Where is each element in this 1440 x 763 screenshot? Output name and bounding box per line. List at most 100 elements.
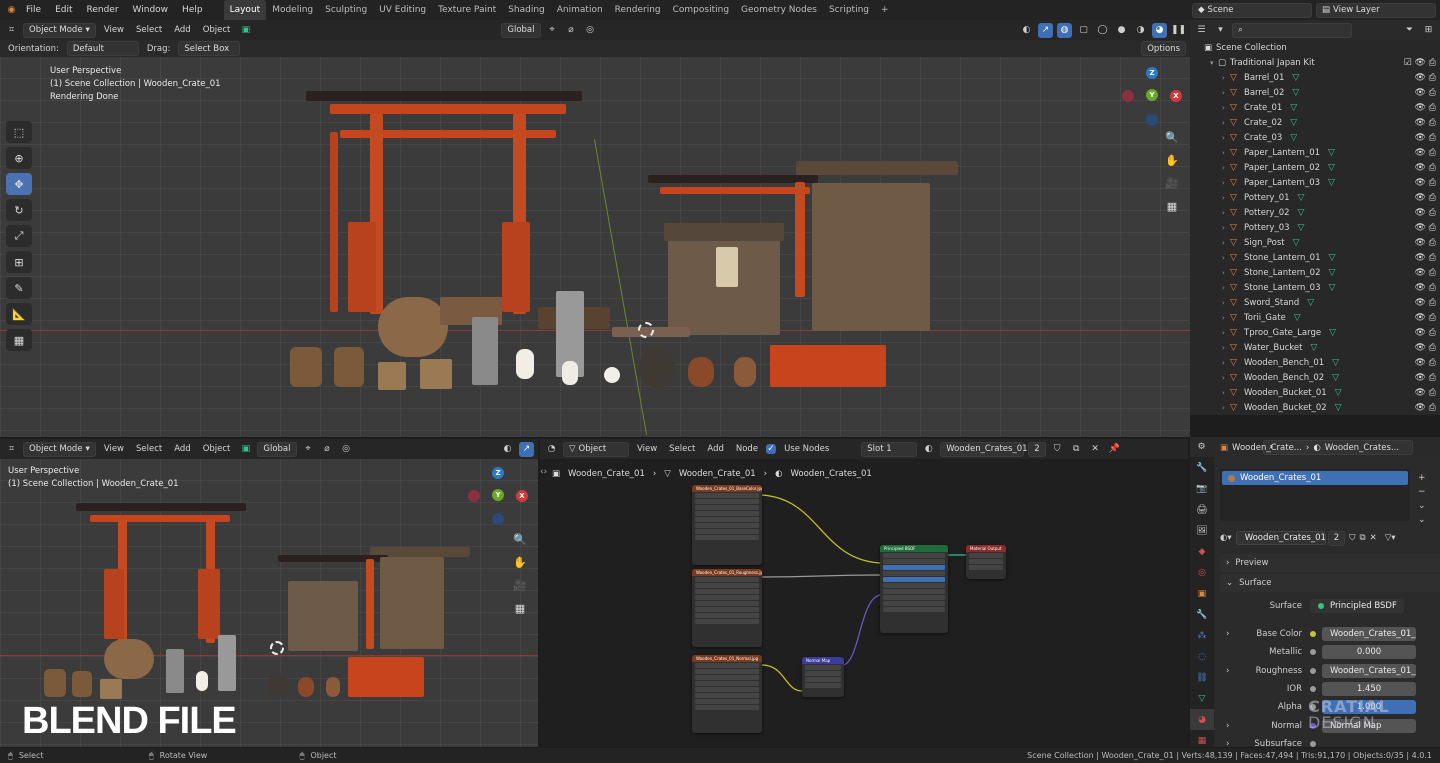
pottery-02[interactable] <box>298 677 314 697</box>
solid-shading-icon[interactable]: ● <box>1114 23 1129 38</box>
node-editor[interactable]: ▣ Wooden_Crate_01 › ▽ Wooden_Crate_01 › ◐ W… <box>540 459 1188 747</box>
shrine-booth[interactable] <box>288 581 358 651</box>
gizmo-toggle-icon[interactable]: ▣ <box>238 23 253 38</box>
menu-view[interactable]: View <box>100 25 128 35</box>
outliner-item[interactable]: › ▽ Pottery_01 ▽ 👁 ⎙ <box>1190 190 1440 205</box>
mesh-data-icon[interactable]: ▽ <box>1329 328 1336 338</box>
outliner-item[interactable]: › ▽ Barrel_02 ▽ 👁 ⎙ <box>1190 85 1440 100</box>
orientation-dropdown[interactable]: Default <box>66 41 139 56</box>
visibility-toggles[interactable]: 👁 ⎙ <box>1415 343 1437 353</box>
paper-lantern-01[interactable] <box>196 671 208 691</box>
outliner-item[interactable]: › ▽ Paper_Lantern_01 ▽ 👁 ⎙ <box>1190 145 1440 160</box>
close-icon[interactable]: ✕ <box>1370 533 1377 543</box>
expand-arrow-icon[interactable]: › <box>1226 629 1229 639</box>
collection-row[interactable]: ▾ ▢ Traditional Japan Kit ☑ 👁 ⎙ <box>1190 55 1440 70</box>
visibility-toggles[interactable]: 👁 ⎙ <box>1415 193 1437 203</box>
drag-dropdown[interactable]: Select Box <box>178 41 241 56</box>
expand-arrow-icon[interactable]: › <box>1222 284 1230 292</box>
properties-type-icon[interactable]: ⚙ <box>1194 440 1209 455</box>
expand-arrow-icon[interactable]: › <box>1222 254 1230 262</box>
socket-icon[interactable] <box>1310 686 1316 692</box>
rendered-shading-icon[interactable]: ◕ <box>1152 22 1167 38</box>
annotate-tool-icon[interactable]: ✎ <box>6 277 32 299</box>
mesh-data-icon[interactable]: ▽ <box>1335 403 1342 413</box>
preview-panel-header[interactable]: › Preview <box>1220 554 1440 572</box>
outliner-item[interactable]: › ▽ Sign_Post ▽ 👁 ⎙ <box>1190 235 1440 250</box>
visibility-icon[interactable]: ◐ <box>500 442 515 457</box>
3d-cursor-icon[interactable] <box>638 322 654 338</box>
surface-panel-header[interactable]: ⌄ Surface <box>1220 574 1440 592</box>
expand-arrow-icon[interactable]: › <box>1222 149 1230 157</box>
outliner-item[interactable]: › ▽ Barrel_01 ▽ 👁 ⎙ <box>1190 70 1440 85</box>
material-name-field[interactable]: Wooden_Crates_01 <box>940 441 1028 457</box>
torii-gate-large[interactable] <box>306 91 582 101</box>
gizmo-y-icon[interactable]: Y <box>1146 89 1158 101</box>
visibility-icon[interactable]: ◐ <box>1019 23 1034 38</box>
scene-collection-row[interactable]: ▣ Scene Collection <box>1190 40 1440 55</box>
expand-arrow-icon[interactable]: › <box>1222 239 1230 247</box>
menu-add[interactable]: Add <box>170 444 194 454</box>
mesh-data-icon[interactable]: ▽ <box>1292 73 1299 83</box>
visibility-toggles[interactable]: 👁 ⎙ <box>1415 268 1437 278</box>
red-fence[interactable] <box>770 345 886 387</box>
add-workspace-button[interactable]: + <box>875 0 895 20</box>
new-collection-icon[interactable]: ⊞ <box>1421 23 1436 38</box>
tab-animation[interactable]: Animation <box>551 0 609 20</box>
expand-arrow-icon[interactable]: › <box>1222 179 1230 187</box>
mesh-data-icon[interactable]: ▽ <box>1292 88 1299 98</box>
shader-type-dropdown[interactable]: ▽ Object <box>563 441 629 457</box>
measure-tool-icon[interactable]: 📐 <box>6 303 32 325</box>
mesh-data-icon[interactable]: ▽ <box>1329 283 1336 293</box>
tab-uv-editing[interactable]: UV Editing <box>373 0 432 20</box>
outliner-item[interactable]: › ▽ Sword_Stand ▽ 👁 ⎙ <box>1190 295 1440 310</box>
menu-select[interactable]: Select <box>132 444 166 454</box>
expand-arrow-icon[interactable]: › <box>1222 314 1230 322</box>
visibility-toggles[interactable]: 👁 ⎙ <box>1415 298 1437 308</box>
tool-tab-icon[interactable]: 🔧 <box>1190 457 1214 478</box>
outliner-item[interactable]: › ▽ Crate_02 ▽ 👁 ⎙ <box>1190 115 1440 130</box>
gizmo-x-icon[interactable]: X <box>1170 90 1182 102</box>
pottery-01[interactable] <box>640 349 674 387</box>
outliner-type-icon[interactable]: ☰ <box>1194 23 1209 38</box>
visibility-toggles[interactable]: ☑ 👁 ⎙ <box>1404 58 1436 68</box>
expand-arrow-icon[interactable]: › <box>1222 74 1230 82</box>
menu-edit[interactable]: Edit <box>48 5 79 15</box>
visibility-toggles[interactable]: 👁 ⎙ <box>1415 118 1437 128</box>
paper-lantern-03[interactable] <box>604 367 620 383</box>
mesh-data-icon[interactable]: ▽ <box>1310 343 1317 353</box>
barrel-02[interactable] <box>334 347 364 387</box>
scene-tab-icon[interactable]: ◆ <box>1190 541 1214 562</box>
zoom-icon[interactable]: 🔍 <box>1162 127 1182 147</box>
visibility-toggles[interactable]: 👁 ⎙ <box>1415 88 1437 98</box>
outliner-item[interactable]: › ▽ Pottery_03 ▽ 👁 ⎙ <box>1190 220 1440 235</box>
gizmo-z-icon[interactable]: Z <box>492 467 504 479</box>
pottery-03[interactable] <box>326 677 340 697</box>
stone-lantern-02[interactable] <box>218 635 236 691</box>
mesh-data-icon[interactable]: ▽ <box>1328 163 1335 173</box>
expand-arrow-icon[interactable]: › <box>1222 329 1230 337</box>
zoom-icon[interactable]: 🔍 <box>510 529 530 549</box>
expand-arrow-icon[interactable]: › <box>1226 721 1229 731</box>
outliner-item[interactable]: › ▽ Wooden_Bench_02 ▽ 👁 ⎙ <box>1190 370 1440 385</box>
mesh-data-icon[interactable]: ▽ <box>1294 313 1301 323</box>
visibility-toggles[interactable]: 👁 ⎙ <box>1415 388 1437 398</box>
transform-tool-icon[interactable]: ⊞ <box>6 251 32 273</box>
overlay-icon[interactable]: ◍ <box>1057 22 1072 38</box>
outliner-item[interactable]: › ▽ Wooden_Bucket_01 ▽ 👁 ⎙ <box>1190 385 1440 400</box>
menu-object[interactable]: Object <box>199 444 235 454</box>
expand-arrow-icon[interactable]: › <box>1222 119 1230 127</box>
proportional-edit-icon[interactable]: ◎ <box>583 23 598 38</box>
outliner-item[interactable]: › ▽ Torii_Gate ▽ 👁 ⎙ <box>1190 310 1440 325</box>
mesh-data-icon[interactable]: ▽ <box>1332 358 1339 368</box>
socket-icon[interactable] <box>1310 631 1316 637</box>
socket-icon[interactable] <box>1310 649 1316 655</box>
tab-sculpting[interactable]: Sculpting <box>319 0 373 20</box>
gizmo-icon[interactable]: ↗ <box>1038 22 1053 38</box>
node-basecolor-texture[interactable]: Wooden_Crates_01_BaseColor.jpg <box>692 485 762 565</box>
stone-lantern-01[interactable] <box>166 649 184 693</box>
fake-user-shield-icon[interactable]: ⛉ <box>1349 533 1355 543</box>
mesh-data-icon[interactable]: ▽ <box>1290 103 1297 113</box>
grid-view-icon[interactable]: ▦ <box>1162 196 1182 216</box>
user-count[interactable]: 2 <box>1028 441 1046 457</box>
outliner-item[interactable]: › ▽ Wooden_Bucket_02 ▽ 👁 ⎙ <box>1190 400 1440 415</box>
